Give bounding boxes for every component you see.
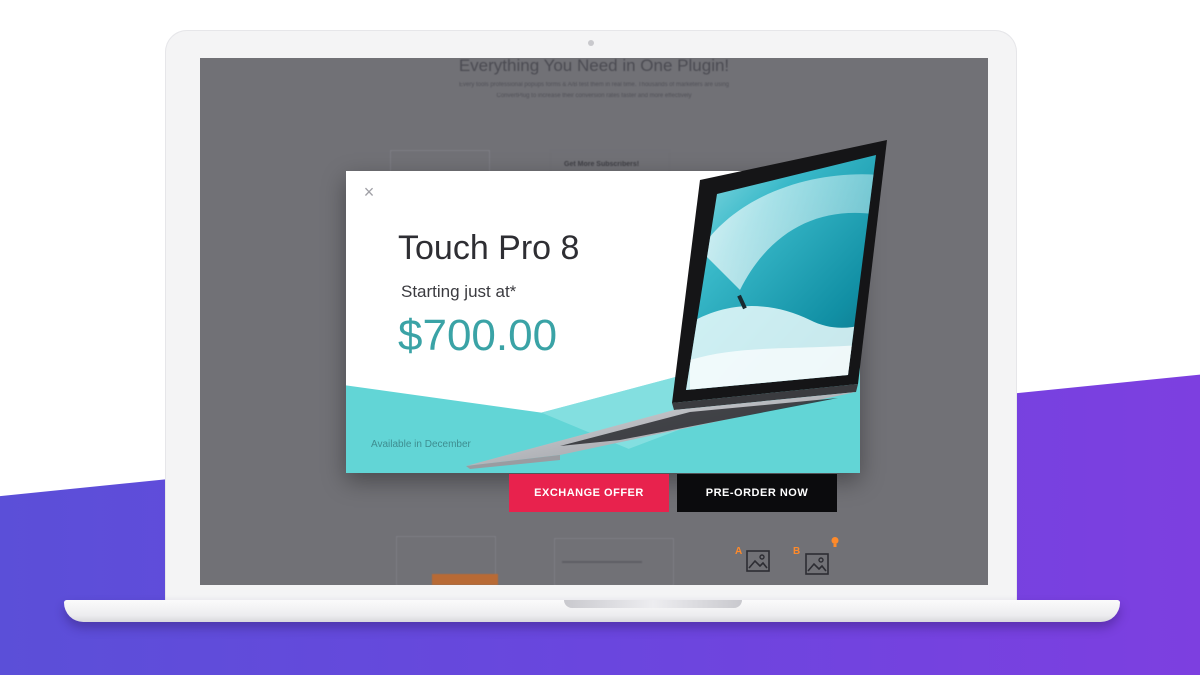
product-title: Touch Pro 8 <box>398 229 580 267</box>
webcam-dot <box>588 40 594 46</box>
exchange-offer-button[interactable]: EXCHANGE OFFER <box>509 474 669 512</box>
product-price: $700.00 <box>398 311 558 360</box>
background-page-subtext-line1: Every tools professional popups forms & … <box>458 82 730 88</box>
availability-note: Available in December <box>371 439 471 450</box>
image-b-icon <box>805 553 829 575</box>
image-a-icon <box>746 550 770 572</box>
lightbulb-icon <box>831 537 839 547</box>
marketing-scene: Everything You Need in One Plugin! Every… <box>0 0 1200 675</box>
background-orange-button <box>432 574 498 585</box>
background-page-heading: Everything You Need in One Plugin! <box>458 58 730 75</box>
background-page-subtext-line2: ConvertPlug to increase their conversion… <box>496 93 692 99</box>
background-card-title: Get More Subscribers! <box>564 161 640 168</box>
laptop-base-notch <box>564 600 742 608</box>
pre-order-now-button[interactable]: PRE-ORDER NOW <box>677 474 837 512</box>
laptop-base <box>64 600 1120 622</box>
background-field-bar <box>562 561 642 563</box>
product-popup: × Touch Pro 8 Starting just at* $700.00 … <box>346 171 860 473</box>
variant-b-label: B <box>793 546 801 557</box>
close-icon[interactable]: × <box>360 183 378 201</box>
starting-price-label: Starting just at* <box>401 282 517 301</box>
variant-a-label: A <box>735 546 743 557</box>
